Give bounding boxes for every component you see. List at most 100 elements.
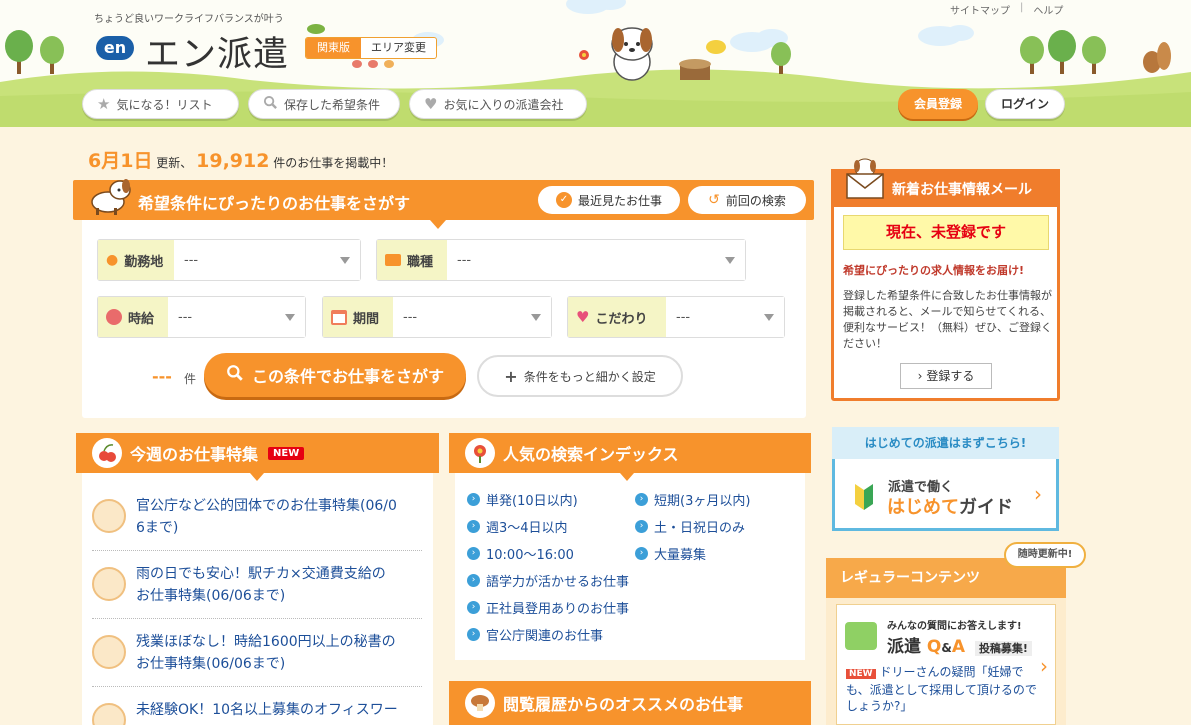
period-field[interactable]: 期間 --- — [322, 296, 552, 338]
new-badge: NEW — [846, 669, 876, 679]
index-link-label: 短期(3ヶ月以内) — [654, 494, 751, 509]
saved-conditions-button[interactable]: 保存した希望条件 — [248, 89, 400, 119]
update-summary: 6月1日 更新、 19,912 件のお仕事を掲載中！ — [88, 146, 393, 173]
recently-viewed-button[interactable]: ✓ 最近見たお仕事 — [538, 186, 680, 214]
chevron-right-icon: › — [467, 547, 480, 560]
period-label: 期間 — [323, 297, 393, 337]
job-type-field[interactable]: 職種 --- — [376, 239, 746, 281]
dog-thumbnail-icon — [92, 703, 126, 725]
chevron-right-icon: › — [635, 493, 648, 506]
index-link[interactable]: › 短期(3ヶ月以内) — [635, 490, 750, 509]
favorite-companies-button[interactable]: ♥ お気に入りの派遣会社 — [409, 89, 587, 119]
feature-item-line2: お仕事特集(06/06まで) — [136, 588, 286, 604]
search-submit-label: この条件でお仕事をさがす — [251, 367, 444, 386]
mail-register-button[interactable]: › 登録する — [900, 363, 992, 389]
feature-item-text: 雨の日でも安心！駅チカ×交通費支給の お仕事特集(06/06まで) — [136, 563, 386, 607]
tagline: ちょうど良いワークライフバランスが叶う — [94, 14, 284, 25]
divider — [92, 550, 422, 551]
wage-value: --- — [178, 309, 193, 325]
area-change-button[interactable]: エリア変更 — [361, 38, 436, 58]
register-button[interactable]: 会員登録 — [898, 89, 978, 119]
qa-title-c: & — [941, 641, 952, 655]
qa-caption: みんなの質問にお答えします! — [887, 621, 1022, 632]
first-guide-highlight: はじめて — [887, 497, 959, 518]
search-submit-button[interactable]: この条件でお仕事をさがす — [204, 353, 466, 397]
header-notch — [620, 473, 634, 481]
mail-subtitle: 希望にぴったりの求人情報をお届け! — [843, 264, 1025, 277]
index-link[interactable]: › 単発(10日以内) — [467, 490, 578, 509]
index-link-label: 大量募集 — [654, 548, 707, 563]
job-type-label-text: 職種 — [407, 254, 434, 270]
wage-field[interactable]: 時給 --- — [97, 296, 306, 338]
feature-item[interactable]: 未経験OK！10名以上募集のオフィスワー — [92, 699, 422, 725]
feature-item[interactable]: 残業ほぼなし！時給1600円以上の秘書の お仕事特集(06/06まで) — [92, 631, 422, 675]
index-link-label: 10:00〜16:00 — [486, 548, 574, 563]
index-link-label: 官公庁関連のお仕事 — [486, 629, 604, 644]
job-type-label: 職種 — [377, 240, 447, 280]
mail-description: 登録した希望条件に合致したお仕事情報が掲載されると、メールで知らせてくれる、便利… — [843, 289, 1052, 350]
detail-conditions-label: 条件をもっと細かく設定 — [523, 369, 656, 384]
update-text-1: 更新、 — [156, 156, 193, 170]
location-field[interactable]: ● 勤務地 --- — [97, 239, 361, 281]
chevron-right-icon: › — [1040, 654, 1048, 678]
top-links: サイトマップ | ヘルプ — [950, 2, 1063, 17]
location-select[interactable]: --- — [174, 240, 360, 280]
location-label: ● 勤務地 — [98, 240, 174, 280]
preference-label-text: こだわり — [595, 311, 648, 327]
index-link[interactable]: › 語学力が活かせるお仕事 — [467, 571, 629, 590]
feature-item-line2: 6まで) — [136, 520, 179, 536]
calendar-icon — [331, 309, 347, 325]
chevron-right-icon: › — [467, 628, 480, 641]
index-panel-header: 人気の検索インデックス — [449, 433, 811, 473]
logo-mark[interactable]: en — [96, 36, 134, 60]
index-link[interactable]: › 官公庁関連のお仕事 — [467, 625, 603, 644]
site-header: ちょうど良いワークライフバランスが叶う en エン派遣 関東版 エリア変更 サイ… — [0, 0, 1191, 127]
index-link[interactable]: › 土・日祝日のみ — [635, 517, 745, 536]
feature-item[interactable]: 雨の日でも安心！駅チカ×交通費支給の お仕事特集(06/06まで) — [92, 563, 422, 607]
index-link[interactable]: › 正社員登用ありのお仕事 — [467, 598, 629, 617]
favorites-list-button[interactable]: ★ 気になる！リスト — [82, 89, 239, 119]
qa-question-link[interactable]: NEW ドリーさんの疑問「妊婦でも、派遣として採用して頂けるのでしょうか?」 — [846, 664, 1038, 714]
index-link[interactable]: › 週3〜4日以内 — [467, 517, 568, 536]
chevron-right-icon: › — [467, 574, 480, 587]
chevron-down-icon — [764, 314, 774, 321]
job-type-select[interactable]: --- — [447, 240, 745, 280]
preference-select[interactable]: --- — [666, 297, 784, 337]
chevron-right-icon: › — [467, 520, 480, 533]
preference-field[interactable]: ♥ こだわり --- — [567, 296, 785, 338]
chevron-down-icon — [285, 314, 295, 321]
recently-viewed-label: 最近見たお仕事 — [577, 193, 662, 208]
index-link[interactable]: › 大量募集 — [635, 544, 706, 563]
period-select[interactable]: --- — [393, 297, 551, 337]
feature-item-text: 官公庁など公的団体でのお仕事特集(06/0 6まで) — [136, 495, 397, 539]
divider — [92, 618, 422, 619]
link-separator: | — [1020, 2, 1024, 13]
feature-panel-header: 今週のお仕事特集 NEW — [76, 433, 439, 473]
wage-label: 時給 — [98, 297, 168, 337]
help-link[interactable]: ヘルプ — [1033, 2, 1063, 17]
search-icon — [226, 364, 244, 386]
wage-select[interactable]: --- — [168, 297, 305, 337]
sitemap-link[interactable]: サイトマップ — [950, 2, 1010, 17]
logo-text[interactable]: エン派遣 — [145, 26, 289, 77]
mushroom-icon — [465, 688, 495, 718]
star-icon: ★ — [97, 95, 111, 113]
divider — [92, 686, 422, 687]
qa-title-d: A — [951, 637, 966, 657]
chevron-right-icon: › — [1034, 482, 1042, 506]
login-button[interactable]: ログイン — [985, 89, 1065, 119]
saved-conditions-label: 保存した希望条件 — [284, 97, 381, 112]
dog-thumbnail-icon — [92, 635, 126, 669]
location-value: --- — [184, 252, 199, 268]
chevron-down-icon — [531, 314, 541, 321]
chevron-right-icon: › — [467, 493, 480, 506]
preference-label: ♥ こだわり — [568, 297, 666, 337]
history-panel-header: 閲覧履歴からのオススメのお仕事 — [449, 681, 811, 725]
feature-item-line1: 官公庁など公的団体でのお仕事特集(06/0 — [136, 498, 397, 514]
feature-item[interactable]: 官公庁など公的団体でのお仕事特集(06/0 6まで) — [92, 495, 422, 539]
previous-search-button[interactable]: ↺ 前回の検索 — [688, 186, 806, 214]
detail-conditions-button[interactable]: + 条件をもっと細かく設定 — [477, 355, 683, 397]
index-link-label: 週3〜4日以内 — [486, 521, 568, 536]
index-link[interactable]: › 10:00〜16:00 — [467, 544, 574, 563]
chevron-down-icon — [725, 257, 735, 264]
